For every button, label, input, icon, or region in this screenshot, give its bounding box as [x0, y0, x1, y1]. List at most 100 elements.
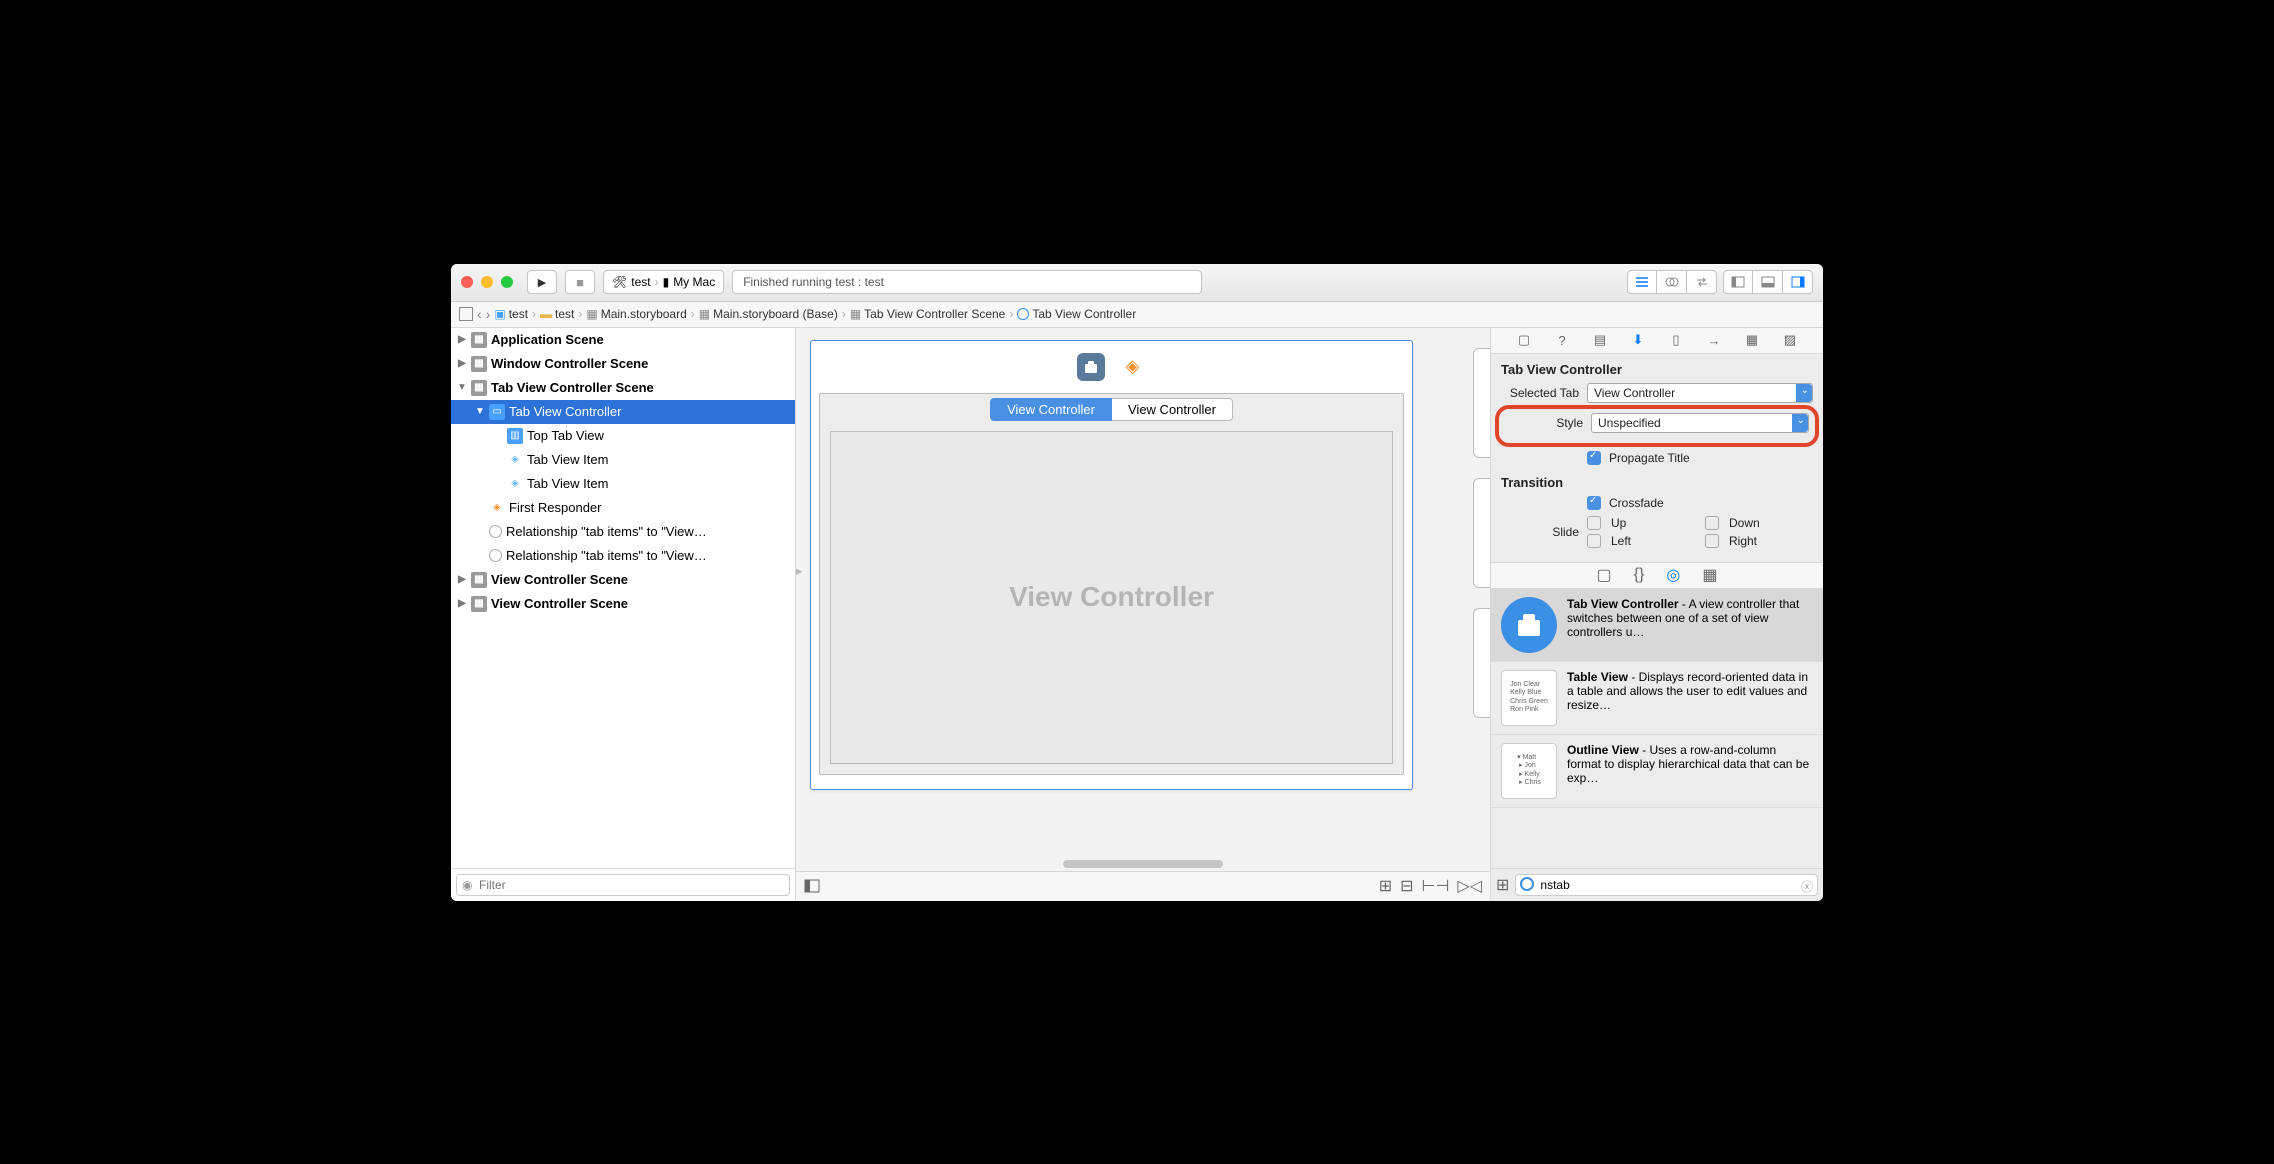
outline-row[interactable]: ▶▦View Controller Scene	[451, 568, 795, 592]
swift-file-icon: ▣	[494, 307, 505, 321]
scheme-selector[interactable]: 🛠 test › ▮ My Mac	[603, 270, 724, 294]
folder-icon: ▬	[540, 307, 552, 321]
effects-inspector-tab[interactable]: ▨	[1781, 331, 1799, 349]
outline-filter-bar: ◉	[451, 868, 795, 901]
zoom-window-button[interactable]	[501, 276, 513, 288]
horizontal-scrollbar[interactable]	[796, 857, 1490, 871]
storyboard-canvas[interactable]: ◈ View Controller View Controller View C…	[796, 328, 1491, 901]
inspector-panel: ▢ ? ▤ ⬇ ▯ → ▦ ▨ Tab View Controller Sele…	[1491, 328, 1823, 901]
canvas-tab[interactable]: View Controller	[1112, 398, 1233, 421]
placeholder-label: View Controller	[1009, 581, 1214, 613]
controller-badge-icon[interactable]	[1077, 353, 1105, 381]
library-search-input[interactable]	[1515, 874, 1818, 896]
standard-editor-button[interactable]	[1627, 270, 1657, 294]
help-inspector-tab[interactable]: ?	[1553, 331, 1571, 349]
controller-icon: ▭	[489, 404, 505, 420]
slide-right-checkbox[interactable]	[1705, 534, 1719, 548]
version-editor-button[interactable]	[1687, 270, 1717, 294]
toolbar: 🛠 test › ▮ My Mac Finished running test …	[451, 264, 1823, 302]
outline-row[interactable]: ▥Top Tab View	[451, 424, 795, 448]
assistant-editor-button[interactable]	[1657, 270, 1687, 294]
library-search-bar: ⊞ ⓧ	[1491, 868, 1823, 901]
crossfade-checkbox[interactable]	[1587, 496, 1601, 510]
canvas-tool-button[interactable]: ⊞	[1379, 876, 1392, 896]
canvas-content: View Controller	[830, 431, 1393, 764]
outline-row[interactable]: Relationship "tab items" to "View…	[451, 544, 795, 568]
toggle-inspector-button[interactable]	[1783, 270, 1813, 294]
slide-label: Slide	[1501, 525, 1579, 539]
run-button[interactable]	[527, 270, 557, 294]
scene-icon: ▦	[471, 356, 487, 372]
outline-row[interactable]: ◈Tab View Item	[451, 448, 795, 472]
slide-right-label: Right	[1729, 534, 1813, 548]
library-item[interactable]: Jon Clear Kelly Blue Chris Green Ron Pin…	[1491, 662, 1823, 735]
scene-icon: ▦	[471, 332, 487, 348]
first-responder-badge-icon[interactable]: ◈	[1119, 353, 1147, 381]
code-snippet-tab[interactable]: {}	[1634, 566, 1645, 584]
window-controls	[461, 276, 513, 288]
library-item[interactable]: Tab View Controller - A view controller …	[1491, 589, 1823, 662]
style-label: Style	[1505, 416, 1583, 430]
attributes-inspector-tab[interactable]: ⬇	[1629, 331, 1647, 349]
outline-row[interactable]: ◈First Responder	[451, 496, 795, 520]
related-items-icon[interactable]	[459, 307, 473, 321]
storyboard-icon: ▦	[586, 307, 597, 321]
device-icon: ▮	[663, 275, 670, 289]
slide-up-checkbox[interactable]	[1587, 516, 1601, 530]
outline-row[interactable]: ▶▦View Controller Scene	[451, 592, 795, 616]
bindings-inspector-tab[interactable]: ▦	[1743, 331, 1761, 349]
propagate-label: Propagate Title	[1609, 451, 1690, 465]
outline-row[interactable]: ▶▦Application Scene	[451, 328, 795, 352]
close-window-button[interactable]	[461, 276, 473, 288]
canvas-bottom-bar: ⊞ ⊟ ⊢⊣ ▷◁	[796, 871, 1490, 901]
toggle-navigator-button[interactable]	[1723, 270, 1753, 294]
slide-left-label: Left	[1611, 534, 1695, 548]
outline-row-selected[interactable]: ▼▭Tab View Controller	[451, 400, 795, 424]
outline-view-icon: ▾ Matt ▸ Jon ▸ Kelly ▸ Chris	[1501, 743, 1557, 799]
identity-inspector-tab[interactable]: ▤	[1591, 331, 1609, 349]
inspector-section-title: Tab View Controller	[1501, 362, 1813, 377]
right-panel-icon	[1791, 276, 1805, 288]
connections-inspector-tab[interactable]: →	[1705, 331, 1723, 349]
object-library-tab[interactable]: ◎	[1666, 565, 1680, 585]
style-select[interactable]: Unspecified	[1591, 413, 1809, 433]
propagate-checkbox[interactable]	[1587, 451, 1601, 465]
outline-row[interactable]: Relationship "tab items" to "View…	[451, 520, 795, 544]
canvas-tool-button[interactable]: ⊢⊣	[1422, 876, 1450, 896]
clear-search-button[interactable]: ⓧ	[1801, 878, 1813, 895]
size-inspector-tab[interactable]: ▯	[1667, 331, 1685, 349]
outline-filter-input[interactable]	[456, 874, 790, 896]
slide-left-checkbox[interactable]	[1587, 534, 1601, 548]
outline-row[interactable]: ▼▦Tab View Controller Scene	[451, 376, 795, 400]
canvas-tool-button[interactable]: ⊟	[1400, 876, 1413, 896]
cube-orange-icon: ◈	[489, 500, 505, 516]
stop-button[interactable]	[565, 270, 595, 294]
file-template-tab[interactable]: ▢	[1597, 565, 1612, 585]
minimize-window-button[interactable]	[481, 276, 493, 288]
library-item-title: Tab View Controller	[1567, 597, 1679, 611]
tab-view-controller-frame[interactable]: ◈ View Controller View Controller View C…	[810, 340, 1413, 790]
toggle-outline-button[interactable]	[804, 879, 820, 893]
selected-tab-select[interactable]: View Controller	[1587, 383, 1813, 403]
grid-view-toggle[interactable]: ⊞	[1496, 875, 1509, 895]
xcode-window: 🛠 test › ▮ My Mac Finished running test …	[451, 264, 1823, 901]
canvas-tab-active[interactable]: View Controller	[990, 398, 1112, 421]
outline-row[interactable]: ▶▦Window Controller Scene	[451, 352, 795, 376]
slide-down-checkbox[interactable]	[1705, 516, 1719, 530]
breadcrumb: ▦ Main.storyboard (Base)	[699, 307, 838, 321]
media-library-tab[interactable]: ▦	[1702, 565, 1717, 585]
back-button[interactable]: ‹	[477, 306, 482, 322]
bottom-panel-icon	[1761, 276, 1775, 288]
breadcrumb: Tab View Controller	[1017, 307, 1136, 321]
canvas-tool-button[interactable]: ▷◁	[1457, 876, 1482, 896]
toggle-debug-button[interactable]	[1753, 270, 1783, 294]
library-item[interactable]: ▾ Matt ▸ Jon ▸ Kelly ▸ Chris Outline Vie…	[1491, 735, 1823, 808]
offscreen-scene-edges	[1473, 348, 1490, 788]
outline-row[interactable]: ◈Tab View Item	[451, 472, 795, 496]
forward-button[interactable]: ›	[486, 306, 491, 322]
file-inspector-tab[interactable]: ▢	[1515, 331, 1533, 349]
breadcrumb: ▣ test	[494, 307, 528, 321]
jump-bar[interactable]: ‹ › ▣ test› ▬ test› ▦ Main.storyboard› ▦…	[451, 302, 1823, 328]
entry-point-arrow-icon[interactable]: ▶	[796, 558, 802, 583]
activity-status: Finished running test : test	[732, 270, 1202, 294]
